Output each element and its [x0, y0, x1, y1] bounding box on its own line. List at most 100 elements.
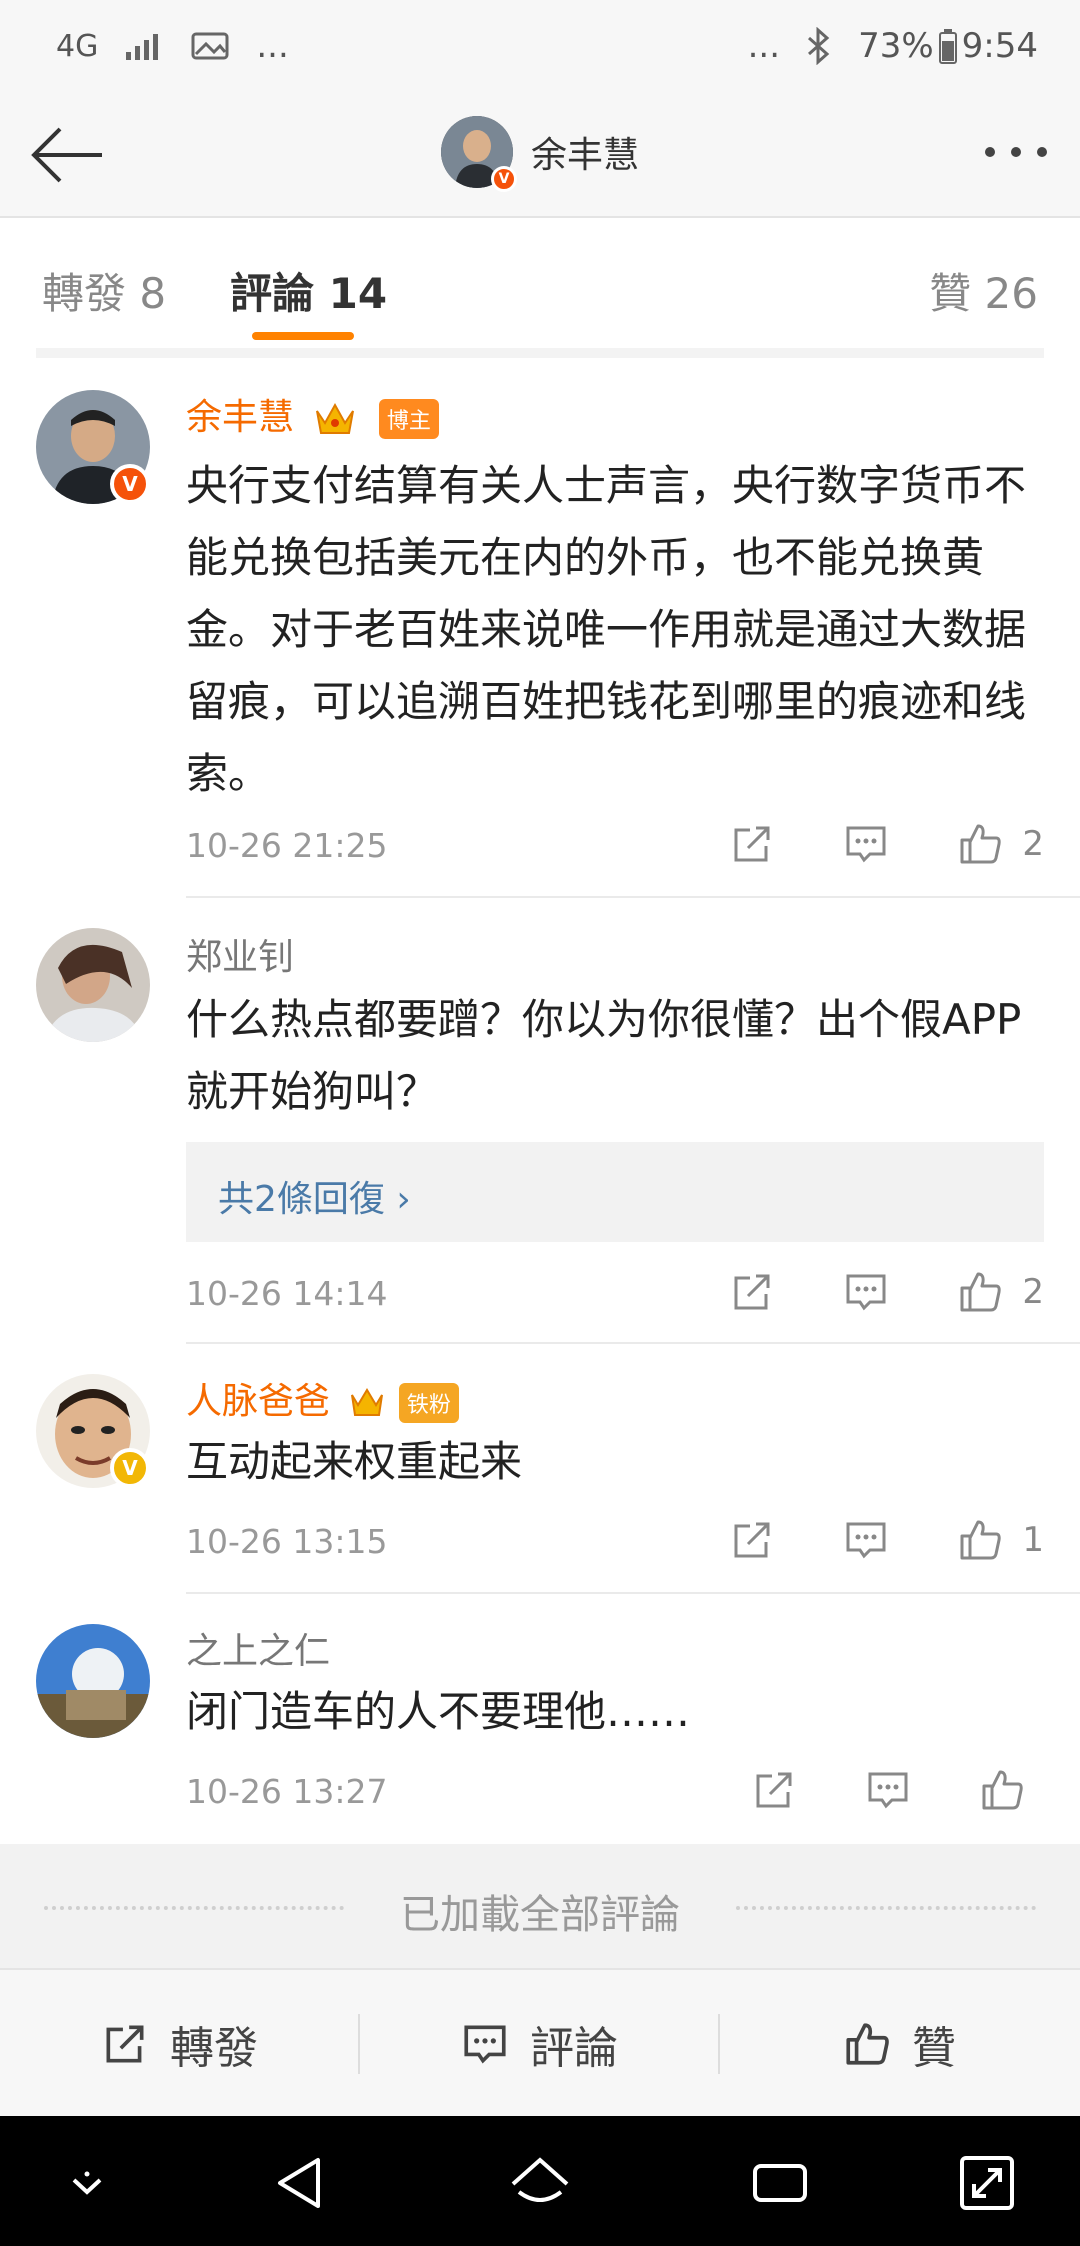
comment-author[interactable]: 人脉爸爸 铁粉	[186, 1372, 459, 1424]
fan-badge: 铁粉	[398, 1383, 459, 1423]
tab-bar: 轉發 8 評論 14 贊 26	[0, 220, 1080, 350]
like-label: 贊	[912, 2023, 956, 2074]
verified-badge: V	[110, 464, 150, 504]
replies-link[interactable]: 共2條回復 ›	[186, 1142, 1044, 1242]
chevron-down-icon[interactable]	[52, 2148, 122, 2218]
reply-icon[interactable]	[842, 1268, 890, 1316]
battery-icon	[938, 29, 957, 64]
tab-reposts[interactable]: 轉發 8	[42, 260, 166, 321]
more-button[interactable]	[980, 132, 1052, 172]
author-badge: 博主	[378, 399, 439, 439]
repost-button[interactable]: 轉發	[0, 1970, 358, 2118]
reply-icon[interactable]	[842, 1516, 890, 1564]
thumbs-up-icon	[960, 1272, 1002, 1312]
comment-label: 評論	[530, 2023, 618, 2074]
like-count: 2	[1022, 824, 1044, 864]
recents-icon[interactable]	[745, 2148, 815, 2218]
signal-icon	[126, 34, 159, 60]
share-icon[interactable]	[728, 1516, 776, 1564]
comment-item: V 人脉爸爸 铁粉 互动起来权重起来 10-26 13:15 1	[0, 1346, 1080, 1596]
verified-badge: V	[110, 1448, 150, 1488]
clock: 9:54	[961, 26, 1038, 66]
thumbs-up-icon	[960, 1520, 1002, 1560]
comment-time: 10-26 14:14	[186, 1274, 388, 1313]
header: V 余丰慧	[0, 92, 1080, 218]
like-button[interactable]: 2	[956, 1268, 1044, 1316]
divider	[736, 1906, 1036, 1910]
avatar[interactable]	[36, 1624, 150, 1738]
like-button[interactable]	[978, 1766, 1044, 1814]
share-icon[interactable]	[728, 820, 776, 868]
verified-badge: V	[490, 166, 517, 192]
divider	[36, 348, 1044, 358]
avatar[interactable]	[36, 928, 150, 1042]
comment-author[interactable]: 之上之仁	[186, 1622, 330, 1674]
dot-icon	[1011, 147, 1021, 157]
avatar[interactable]: V	[440, 116, 517, 192]
share-icon	[106, 2025, 144, 2063]
crown-icon	[351, 1388, 384, 1416]
status-more: ...	[747, 26, 781, 66]
comment-time: 10-26 13:27	[186, 1772, 388, 1811]
comment-actions: 2	[728, 1268, 1044, 1316]
expand-icon[interactable]	[952, 2148, 1022, 2218]
like-count: 1	[1022, 1520, 1044, 1560]
like-count: 2	[1022, 1272, 1044, 1312]
battery-percent: 73%	[858, 26, 934, 66]
dot-icon	[1037, 147, 1047, 157]
comment-item: 郑业钊 什么热点都要蹭？你以为你很懂？出个假APP就开始狗叫？ 共2條回復 › …	[0, 900, 1080, 1346]
repost-label: 轉發	[170, 2023, 258, 2074]
comment-item: V 余丰慧 博主 央行支付结算有关人士声言，央行数字货币不能兑换包括美元在内的外…	[0, 360, 1080, 900]
all-loaded-footer: 已加載全部評論	[0, 1844, 1080, 1968]
comment-actions	[750, 1766, 1044, 1814]
network-type: 4G	[56, 28, 99, 64]
comment-time: 10-26 13:15	[186, 1522, 388, 1561]
notification-more: ...	[256, 26, 289, 66]
home-icon[interactable]	[505, 2148, 575, 2218]
header-title-wrap[interactable]: V 余丰慧	[0, 116, 1080, 192]
gallery-icon	[191, 32, 229, 60]
avatar[interactable]: V	[36, 1374, 150, 1488]
comment-time: 10-26 21:25	[186, 826, 388, 865]
share-icon[interactable]	[750, 1766, 798, 1814]
author-name[interactable]: 余丰慧	[186, 397, 294, 438]
like-button[interactable]: 贊	[720, 1970, 1078, 2118]
thumbs-up-icon	[846, 2023, 889, 2065]
avatar[interactable]: V	[36, 390, 150, 504]
divider	[186, 1592, 1080, 1594]
tab-comments[interactable]: 評論 14	[230, 260, 387, 321]
status-bar: 4G ... ... 73% 9:54	[0, 0, 1080, 92]
comment-actions: 2	[728, 820, 1044, 868]
share-icon[interactable]	[728, 1268, 776, 1316]
comment-text: 互动起来权重起来	[186, 1437, 523, 1486]
active-tab-indicator	[252, 332, 354, 340]
comment-button[interactable]: 評論	[360, 1970, 718, 2118]
divider	[186, 1342, 1080, 1344]
replies-count: 共2條回復 ›	[218, 1179, 411, 1220]
back-triangle-icon[interactable]	[266, 2148, 336, 2218]
bottom-action-bar: 轉發 評論 贊	[0, 1968, 1080, 2116]
system-nav-bar	[0, 2116, 1080, 2246]
tab-likes[interactable]: 贊 26	[929, 260, 1038, 321]
comment-item: 之上之仁 闭门造车的人不要理他…… 10-26 13:27	[0, 1596, 1080, 1844]
comment-author[interactable]: 余丰慧 博主	[186, 388, 439, 440]
author-name[interactable]: 人脉爸爸	[186, 1381, 330, 1422]
crown-icon	[316, 402, 355, 434]
thumbs-up-icon	[982, 1770, 1023, 1810]
comment-text: 什么热点都要蹭？你以为你很懂？出个假APP就开始狗叫？	[186, 995, 1022, 1116]
like-button[interactable]: 1	[956, 1516, 1044, 1564]
comment-icon	[464, 2025, 506, 2064]
reply-icon[interactable]	[864, 1766, 912, 1814]
thumbs-up-icon	[960, 824, 1002, 864]
comment-text: 央行支付结算有关人士声言，央行数字货币不能兑换包括美元在内的外币，也不能兑换黄金…	[186, 461, 1027, 798]
comment-actions: 1	[728, 1516, 1044, 1564]
comment-author[interactable]: 郑业钊	[186, 928, 294, 980]
comment-text: 闭门造车的人不要理他……	[186, 1687, 691, 1736]
page-title: 余丰慧	[530, 135, 639, 176]
bluetooth-icon	[808, 27, 830, 65]
dot-icon	[985, 147, 995, 157]
like-button[interactable]: 2	[956, 820, 1044, 868]
divider	[186, 896, 1080, 898]
all-loaded-text: 已加載全部評論	[400, 1892, 680, 1938]
reply-icon[interactable]	[842, 820, 890, 868]
